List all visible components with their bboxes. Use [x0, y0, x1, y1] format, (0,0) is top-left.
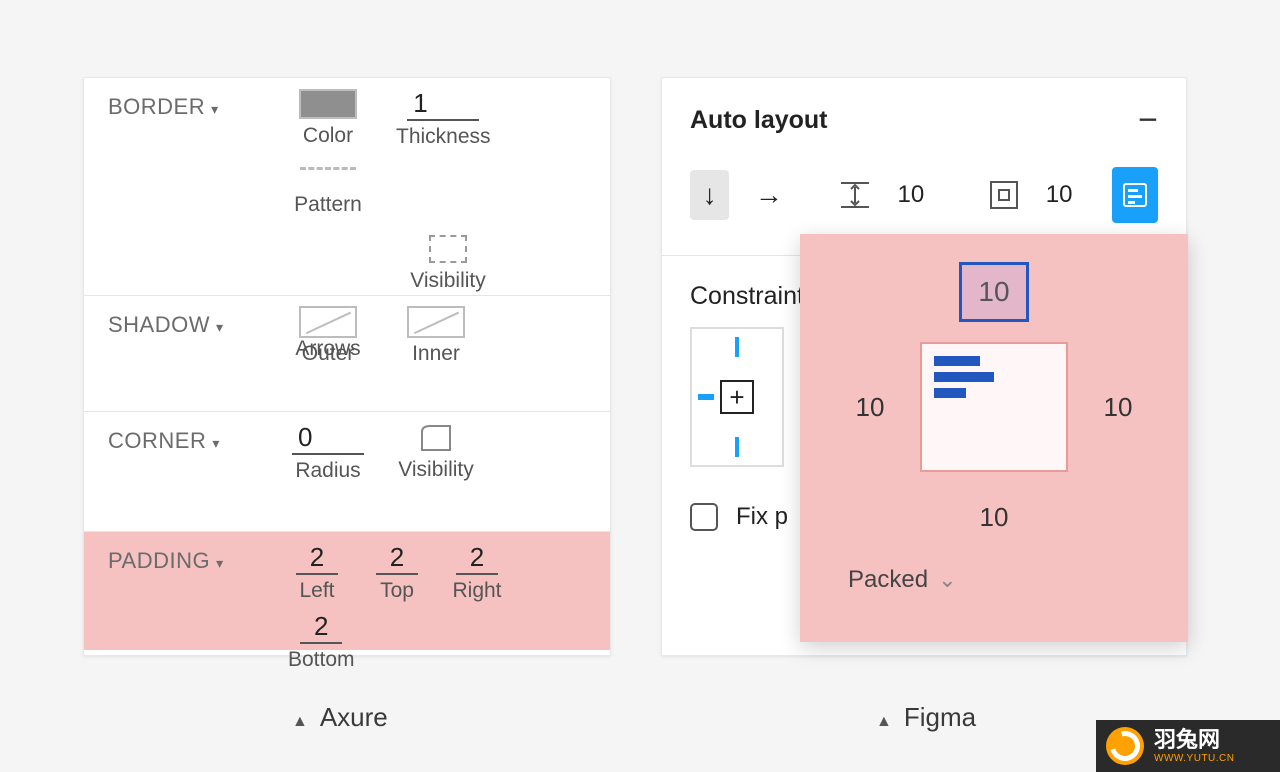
auto-layout-header: Auto layout − [690, 106, 1158, 135]
border-pattern-label: Pattern [294, 193, 362, 217]
padding-left-value[interactable]: 2 [296, 542, 338, 575]
arrow-down-icon: ↓ [703, 179, 717, 211]
padding-top-value[interactable]: 2 [376, 542, 418, 575]
axure-panel: BORDER Color 1 Thickness Pattern Visibil… [83, 77, 611, 656]
pattern-icon [300, 167, 356, 179]
spacing-mode-dropdown[interactable]: Packed [818, 566, 1170, 594]
padding-section: PADDING 2 Left 2 Top 2 Right 2 Bottom [84, 532, 610, 650]
spacing-icon [839, 177, 871, 213]
constraint-left-tick[interactable] [698, 394, 714, 400]
fix-position-checkbox[interactable] [690, 503, 718, 531]
direction-vertical-button[interactable]: ↓ [690, 170, 729, 220]
corner-radius-label: Radius [295, 459, 360, 483]
popover-padding-left-value[interactable]: 10 [856, 392, 885, 423]
corner-radius-value[interactable]: 0 [292, 422, 364, 455]
remove-autolayout-button[interactable]: − [1138, 112, 1158, 129]
watermark-logo-icon [1106, 727, 1144, 765]
padding-right-value[interactable]: 2 [456, 542, 498, 575]
border-color-label: Color [303, 124, 353, 148]
inner-shadow-icon [407, 306, 465, 338]
constraint-top-tick[interactable] [735, 337, 739, 357]
corner-section-title[interactable]: CORNER [108, 422, 288, 454]
padding-bottom-value[interactable]: 2 [300, 611, 342, 644]
color-swatch-icon [299, 89, 357, 119]
constraint-bottom-tick[interactable] [735, 437, 739, 457]
padding-bottom-control[interactable]: 2 Bottom [288, 611, 355, 672]
border-thickness-label: Thickness [396, 125, 491, 149]
corner-visibility-control[interactable]: Visibility [396, 422, 476, 483]
figma-caption-text: Figma [904, 702, 976, 733]
popover-padding-bottom-value[interactable]: 10 [980, 502, 1009, 533]
padding-top-label: Top [380, 579, 414, 603]
shadow-outer-label: Outer [302, 342, 355, 366]
corner-visibility-label: Visibility [398, 458, 473, 482]
visibility-icon [429, 235, 467, 263]
padding-section-title[interactable]: PADDING [108, 542, 288, 574]
preview-bar [934, 356, 980, 366]
border-section-title[interactable]: BORDER [108, 88, 288, 120]
triangle-up-icon [292, 702, 308, 733]
shadow-title-text: SHADOW [108, 312, 210, 338]
align-left-icon [1120, 180, 1150, 210]
padding-left-control[interactable]: 2 Left [288, 542, 346, 603]
arrow-right-icon: → [755, 179, 783, 211]
padding-right-label: Right [452, 579, 501, 603]
caret-down-icon [211, 94, 219, 120]
popover-padding-top-input[interactable]: 10 [959, 262, 1029, 322]
axure-caption: Axure [292, 702, 388, 733]
shadow-section-title[interactable]: SHADOW [108, 306, 288, 338]
shadow-section: SHADOW Outer Inner [84, 296, 610, 412]
caret-down-icon [216, 312, 224, 338]
caret-down-icon [212, 428, 220, 454]
corner-radius-control[interactable]: 0 Radius [288, 422, 368, 483]
watermark: 羽兔网 WWW.YUTU.CN [1096, 720, 1280, 772]
watermark-name: 羽兔网 [1154, 728, 1235, 752]
border-thickness-value[interactable]: 1 [407, 88, 479, 121]
spacing-value[interactable]: 10 [897, 181, 924, 209]
border-pattern-control[interactable]: Pattern [288, 157, 368, 217]
figma-caption: Figma [876, 702, 976, 733]
padding-popover: 10 10 10 10 Packed [800, 234, 1188, 642]
constraint-center-icon[interactable]: + [720, 380, 754, 414]
border-color-control[interactable]: Color [288, 88, 368, 149]
padding-bottom-label: Bottom [288, 648, 355, 672]
fix-position-label: Fix p [736, 503, 788, 531]
alignment-button[interactable] [1112, 167, 1158, 223]
border-title-text: BORDER [108, 94, 205, 120]
padding-icon [988, 177, 1020, 213]
preview-bar [934, 388, 966, 398]
direction-horizontal-button[interactable]: → [749, 170, 788, 220]
shadow-inner-control[interactable]: Inner [396, 306, 476, 366]
border-visibility-label: Visibility [410, 269, 485, 293]
watermark-url: WWW.YUTU.CN [1154, 753, 1235, 764]
padding-value[interactable]: 10 [1046, 181, 1073, 209]
autolayout-controls: ↓ → 10 10 [690, 167, 1158, 223]
outer-shadow-icon [299, 306, 357, 338]
padding-top-control[interactable]: 2 Top [368, 542, 426, 603]
axure-caption-text: Axure [320, 702, 388, 733]
padding-title-text: PADDING [108, 548, 210, 574]
border-visibility-control[interactable]: Visibility [408, 233, 488, 293]
padding-right-control[interactable]: 2 Right [448, 542, 506, 603]
border-thickness-control[interactable]: 1 Thickness [396, 88, 491, 149]
popover-padding-right-value[interactable]: 10 [1104, 392, 1133, 423]
shadow-inner-label: Inner [412, 342, 460, 366]
shadow-outer-control[interactable]: Outer [288, 306, 368, 366]
corner-section: CORNER 0 Radius Visibility [84, 412, 610, 532]
preview-bar [934, 372, 994, 382]
corner-icon [407, 422, 465, 454]
caret-down-icon [216, 548, 224, 574]
constraints-widget[interactable]: + [690, 327, 784, 467]
triangle-up-icon [876, 702, 892, 733]
auto-layout-title: Auto layout [690, 106, 828, 135]
alignment-preview[interactable] [920, 342, 1068, 472]
padding-left-label: Left [299, 579, 334, 603]
spacing-mode-label: Packed [848, 566, 928, 594]
border-section: BORDER Color 1 Thickness Pattern Visibil… [84, 78, 610, 296]
corner-title-text: CORNER [108, 428, 206, 454]
chevron-down-icon [938, 566, 956, 594]
